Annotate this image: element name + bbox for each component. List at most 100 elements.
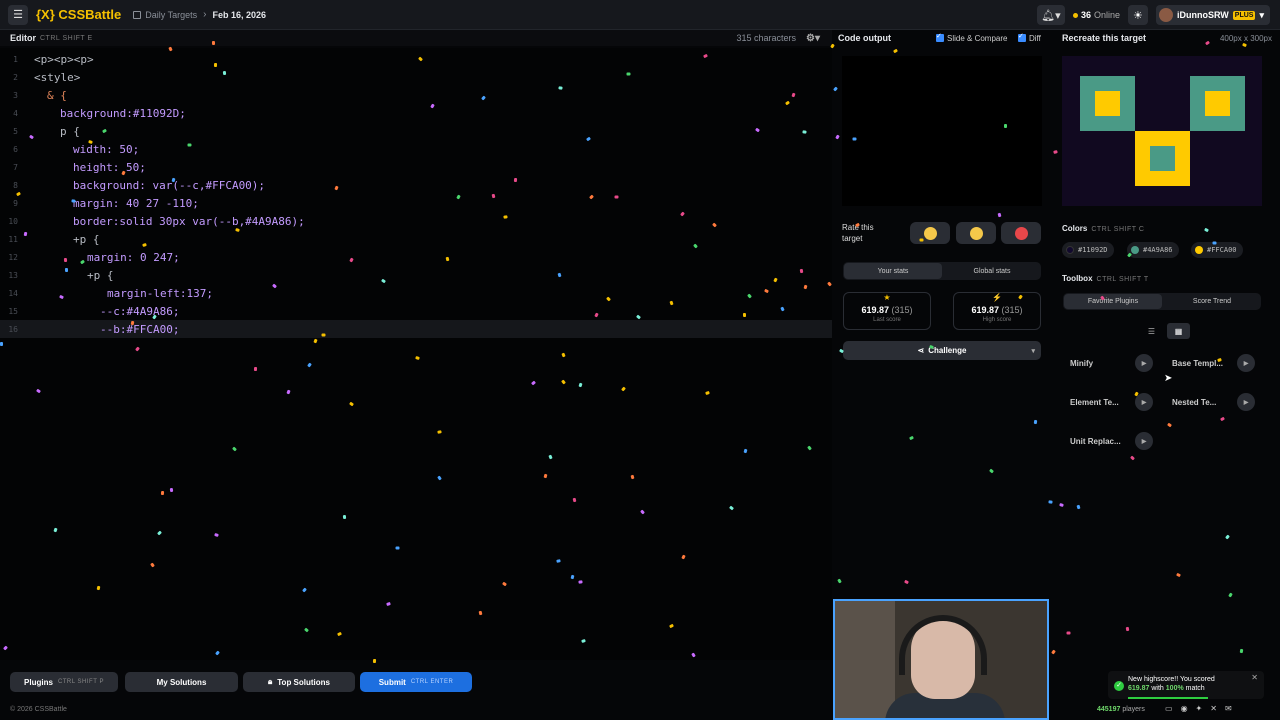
menu-icon[interactable]: ☰ (8, 4, 28, 25)
play-icon[interactable]: ▶ (1237, 393, 1255, 411)
top-solutions-button[interactable]: 🔒︎ Top Solutions (243, 672, 355, 692)
sun-icon[interactable]: ☀ (1127, 5, 1148, 25)
code-line[interactable]: 12 margin: 0 247; (0, 248, 832, 266)
last-score-chars: (315) (891, 305, 913, 315)
plugin-label: Base Templ... (1172, 358, 1223, 368)
code-line[interactable]: 8 background: var(--c,#FFCA00); (0, 176, 832, 194)
plugin-base-template[interactable]: Base Templ... ▶ (1165, 350, 1261, 376)
confetti-piece (997, 212, 1002, 218)
confetti-piece (1051, 649, 1056, 655)
code-line-active[interactable]: 16 --b:#FFCA00; (0, 320, 832, 338)
user-menu[interactable]: iDunnoSRW PLUS ▾ (1155, 5, 1270, 25)
gear-icon[interactable]: ⚙▾ (806, 33, 820, 44)
code-text: width: 50; (73, 142, 140, 156)
submit-button[interactable]: Submit CTRL ENTER (360, 672, 472, 692)
tv-icon[interactable]: ▭ (1165, 704, 1173, 713)
challenge-label: Challenge (928, 346, 967, 355)
line-number: 8 (13, 180, 18, 190)
code-line[interactable]: 13 +p { (0, 266, 832, 284)
social-links: ▭ ◉ ✦ ✕ ✉ (1165, 704, 1232, 713)
plugins-button[interactable]: Plugins CTRL SHIFT P (10, 672, 118, 692)
code-line[interactable]: 15 --c:#4A9A86; (0, 302, 832, 320)
target-size: 400px x 300px (1219, 33, 1272, 43)
color-swatch[interactable]: #11092D (1062, 242, 1114, 258)
code-editor[interactable]: 1 <p><p><p> 2 <style> 3 & { 4 background:#11… (0, 48, 832, 660)
code-line[interactable]: 6 width: 50; (0, 140, 832, 158)
code-text: & { (47, 88, 67, 102)
code-line[interactable]: 9 margin: 40 27 -110; (0, 194, 832, 212)
confetti-piece (1239, 648, 1244, 654)
target-image[interactable] (1062, 56, 1262, 206)
challenge-button[interactable]: ⋖ Challenge ▾ (843, 341, 1041, 360)
confetti-piece (572, 497, 577, 503)
code-line[interactable]: 1 <p><p><p> (0, 50, 832, 68)
plugins-shortcut: CTRL SHIFT P (57, 679, 104, 685)
confetti-piece (904, 579, 909, 585)
list-view-icon[interactable]: ☰ (1140, 323, 1163, 339)
tab-global-stats[interactable]: Global stats (943, 262, 1041, 280)
bluesky-icon[interactable]: ✦ (1196, 704, 1203, 713)
online-dot-icon (1072, 12, 1078, 18)
confetti-piece (1033, 419, 1038, 425)
play-icon[interactable]: ▶ (1135, 432, 1153, 450)
code-line[interactable]: 4 background:#11092D; (0, 104, 832, 122)
confetti-piece (513, 177, 518, 183)
play-icon[interactable]: ▶ (1237, 354, 1255, 372)
confetti-piece (478, 610, 483, 616)
play-icon[interactable]: ▶ (1135, 393, 1153, 411)
plugin-minify[interactable]: Minify ▶ (1063, 350, 1159, 376)
rate-angry-button[interactable] (1001, 222, 1041, 244)
tab-favorite-plugins[interactable]: Favorite Plugins (1064, 294, 1162, 309)
plugin-label: Element Te... (1070, 397, 1119, 407)
confetti-piece (626, 72, 631, 76)
close-icon[interactable]: ✕ (1251, 673, 1258, 682)
bell-icon[interactable]: 🔔︎▾ (1036, 5, 1065, 25)
plugin-element-template[interactable]: Element Te... ▶ (1063, 389, 1159, 415)
chevron-down-icon[interactable]: ▾ (1031, 347, 1035, 355)
line-number: 10 (8, 216, 18, 226)
code-line[interactable]: 14 margin-left:137; (0, 284, 832, 302)
code-line[interactable]: 5 p { (0, 122, 832, 140)
confetti-piece (802, 130, 807, 134)
slide-compare-toggle[interactable]: Slide & Compare (936, 32, 1007, 43)
color-swatch[interactable]: #FFCA00 (1191, 242, 1243, 258)
x-icon[interactable]: ✕ (1210, 704, 1217, 713)
rate-neutral-button[interactable] (956, 222, 996, 244)
tab-score-trend[interactable]: Score Trend (1163, 293, 1261, 310)
confetti-piece (833, 86, 838, 92)
my-solutions-button[interactable]: My Solutions (125, 672, 238, 692)
editor-shortcut: CTRL SHIFT E (40, 34, 93, 42)
avatar (1158, 8, 1173, 22)
target-header: Recreate this target 400px x 300px (1062, 30, 1272, 46)
confetti-piece (852, 137, 857, 141)
code-output-canvas[interactable] (842, 56, 1042, 206)
plugin-nested-template[interactable]: Nested Te... ▶ (1165, 389, 1261, 415)
code-text: <style> (34, 70, 81, 84)
chevron-down-icon: ▾ (1259, 9, 1264, 20)
color-hex: #11092D (1078, 246, 1108, 254)
my-solutions-label: My Solutions (156, 677, 207, 687)
confetti-piece (830, 43, 835, 49)
confetti-piece (1167, 422, 1172, 428)
code-line[interactable]: 11 +p { (0, 230, 832, 248)
breadcrumb-section[interactable]: Daily Targets (145, 10, 197, 20)
discord-icon[interactable]: ◉ (1181, 704, 1188, 713)
confetti-piece (1225, 534, 1230, 540)
logo[interactable]: {X} CSSBattle (36, 7, 121, 22)
diff-toggle[interactable]: Diff (1018, 32, 1041, 43)
tab-your-stats[interactable]: Your stats (844, 263, 942, 279)
last-score-value: 619.87 (861, 305, 889, 315)
code-line[interactable]: 3 & { (0, 86, 832, 104)
play-icon[interactable]: ▶ (1135, 354, 1153, 372)
rate-happy-button[interactable] (910, 222, 950, 244)
grid-view-icon[interactable]: ▦ (1167, 323, 1190, 339)
color-swatch[interactable]: #4A9A86 (1127, 242, 1179, 258)
plugin-unit-replacer[interactable]: Unit Replac... ▶ (1063, 428, 1159, 454)
webcam-background (835, 601, 895, 718)
code-line[interactable]: 2 <style> (0, 68, 832, 86)
confetti-piece (63, 257, 68, 263)
code-line[interactable]: 10 border:solid 30px var(--b,#4A9A86); (0, 212, 832, 230)
mail-icon[interactable]: ✉ (1225, 704, 1232, 713)
confetti-piece (909, 435, 914, 441)
character-count: 315 characters (736, 33, 796, 43)
